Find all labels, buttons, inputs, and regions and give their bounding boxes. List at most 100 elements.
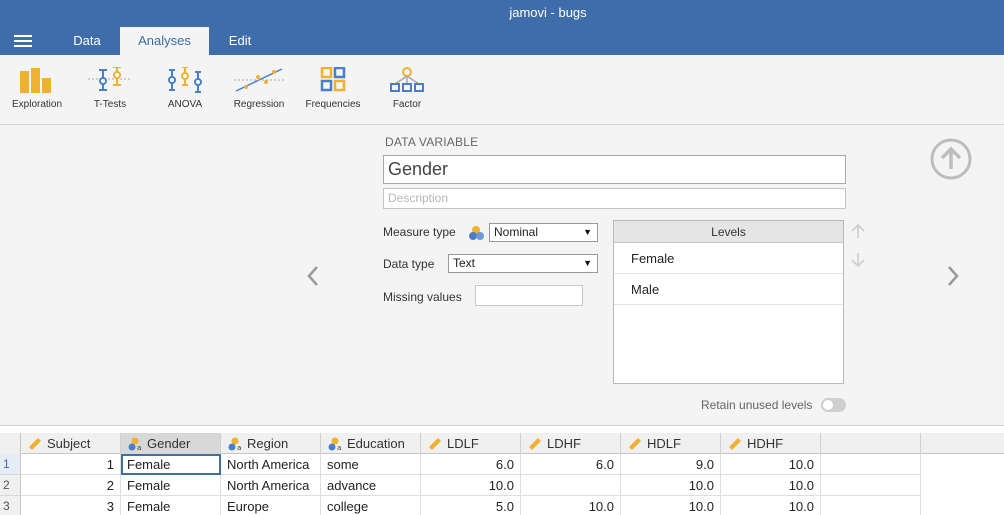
table-cell[interactable]: advance	[321, 475, 421, 496]
measure-type-label: Measure type	[383, 225, 456, 239]
anova-icon	[168, 67, 202, 93]
levels-header: Levels	[614, 221, 843, 243]
table-cell[interactable]: Female	[121, 454, 221, 475]
table-cell[interactable]: 2	[21, 475, 121, 496]
continuous-ruler-icon	[729, 438, 741, 450]
table-cell[interactable]: some	[321, 454, 421, 475]
column-header-gender[interactable]: a Gender	[121, 433, 221, 454]
tab-analyses[interactable]: Analyses	[120, 27, 209, 55]
regression-icon	[234, 68, 284, 92]
table-cell[interactable]: Female	[121, 475, 221, 496]
table-cell[interactable]: North America	[221, 475, 321, 496]
nominal-text-icon: a	[328, 437, 341, 451]
nominal-text-icon: a	[228, 437, 241, 451]
t-tests-icon	[88, 67, 132, 91]
exploration-icon	[20, 68, 51, 93]
row-number[interactable]: 2	[0, 475, 21, 496]
table-cell[interactable]: Female	[121, 496, 221, 515]
level-item[interactable]: Female	[614, 243, 843, 274]
table-cell[interactable]: 10.0	[421, 475, 521, 496]
move-level-up-icon[interactable]	[850, 223, 866, 239]
data-spreadsheet: Subject a Gender a Region a Education LD…	[0, 425, 1004, 515]
table-cell[interactable]: 6.0	[421, 454, 521, 475]
title-bar: jamovi - bugs Data Analyses Edit	[0, 0, 1004, 55]
column-header-empty[interactable]	[821, 433, 921, 454]
table-cell[interactable]: 10.0	[621, 475, 721, 496]
table-cell[interactable]: Europe	[221, 496, 321, 515]
description-field[interactable]: Description	[383, 188, 846, 209]
svg-text:a: a	[237, 444, 241, 451]
close-editor-up-icon[interactable]	[930, 138, 972, 180]
table-cell[interactable]: North America	[221, 454, 321, 475]
table-cell[interactable]: 5.0	[421, 496, 521, 515]
chevron-down-icon: ▼	[583, 258, 592, 268]
next-variable-icon[interactable]	[945, 264, 961, 288]
exploration-button[interactable]: Exploration	[5, 55, 69, 125]
table-cell[interactable]: 10.0	[721, 475, 821, 496]
missing-values-input[interactable]	[475, 285, 583, 306]
regression-label: Regression	[233, 99, 285, 110]
row-number[interactable]: 3	[0, 496, 21, 515]
t-tests-label: T-Tests	[93, 99, 127, 110]
data-type-select[interactable]: Text ▼	[448, 254, 598, 273]
continuous-ruler-icon	[629, 438, 641, 450]
retain-unused-label: Retain unused levels	[701, 398, 813, 412]
continuous-ruler-icon	[529, 438, 541, 450]
tab-data[interactable]: Data	[58, 27, 116, 55]
nominal-text-icon: a	[128, 437, 141, 451]
measure-type-value: Nominal	[494, 225, 539, 239]
previous-variable-icon[interactable]	[305, 264, 321, 288]
table-cell[interactable]: 9.0	[621, 454, 721, 475]
column-header-row: Subject a Gender a Region a Education LD…	[0, 433, 1004, 454]
empty-cell[interactable]	[821, 475, 921, 496]
chevron-down-icon: ▼	[583, 227, 592, 237]
table-cell[interactable]: 10.0	[721, 496, 821, 515]
column-header-ldlf[interactable]: LDLF	[421, 433, 521, 454]
table-cell[interactable]: 3	[21, 496, 121, 515]
row-number[interactable]: 1	[0, 454, 21, 475]
corner-cell	[0, 433, 21, 454]
variable-editor: DATA VARIABLE Gender Description Measure…	[0, 126, 1004, 425]
retain-unused-toggle[interactable]	[821, 398, 846, 412]
measure-type-select[interactable]: Nominal ▼	[489, 223, 598, 242]
column-header-education[interactable]: a Education	[321, 433, 421, 454]
level-item[interactable]: Male	[614, 274, 843, 305]
t-tests-button[interactable]: T-Tests	[80, 55, 140, 125]
column-header-hdhf[interactable]: HDHF	[721, 433, 821, 454]
anova-button[interactable]: ANOVA	[155, 55, 215, 125]
column-header-hdlf[interactable]: HDLF	[621, 433, 721, 454]
factor-label: Factor	[392, 99, 422, 110]
move-level-down-icon[interactable]	[850, 252, 866, 268]
missing-values-label: Missing values	[383, 290, 462, 304]
data-type-label: Data type	[383, 257, 435, 271]
table-cell[interactable]	[521, 475, 621, 496]
continuous-ruler-icon	[429, 438, 441, 450]
column-header-region[interactable]: a Region	[221, 433, 321, 454]
table-cell[interactable]: 1	[21, 454, 121, 475]
frequencies-button[interactable]: Frequencies	[303, 55, 363, 125]
empty-cell[interactable]	[821, 454, 921, 475]
table-cell[interactable]: 10.0	[521, 496, 621, 515]
frequencies-label: Frequencies	[305, 99, 361, 110]
column-header-subject[interactable]: Subject	[21, 433, 121, 454]
column-header-ldhf[interactable]: LDHF	[521, 433, 621, 454]
nominal-measure-icon	[469, 226, 484, 240]
hamburger-menu-icon[interactable]	[14, 35, 32, 49]
table-cell[interactable]: 10.0	[721, 454, 821, 475]
empty-cell[interactable]	[821, 496, 921, 515]
regression-button[interactable]: Regression	[228, 55, 290, 125]
variable-name-field[interactable]: Gender	[383, 155, 846, 184]
table-cell[interactable]: college	[321, 496, 421, 515]
data-type-value: Text	[453, 256, 476, 270]
svg-text:a: a	[337, 444, 341, 451]
exploration-label: Exploration	[11, 99, 63, 110]
window-title: jamovi - bugs	[509, 5, 587, 20]
table-cell[interactable]: 6.0	[521, 454, 621, 475]
editor-heading: DATA VARIABLE	[385, 135, 479, 149]
table-cell[interactable]: 10.0	[621, 496, 721, 515]
factor-button[interactable]: Factor	[380, 55, 434, 125]
svg-text:a: a	[137, 444, 141, 451]
tab-edit[interactable]: Edit	[213, 27, 267, 55]
anova-label: ANOVA	[167, 99, 203, 110]
levels-list: Levels Female Male	[613, 220, 844, 384]
